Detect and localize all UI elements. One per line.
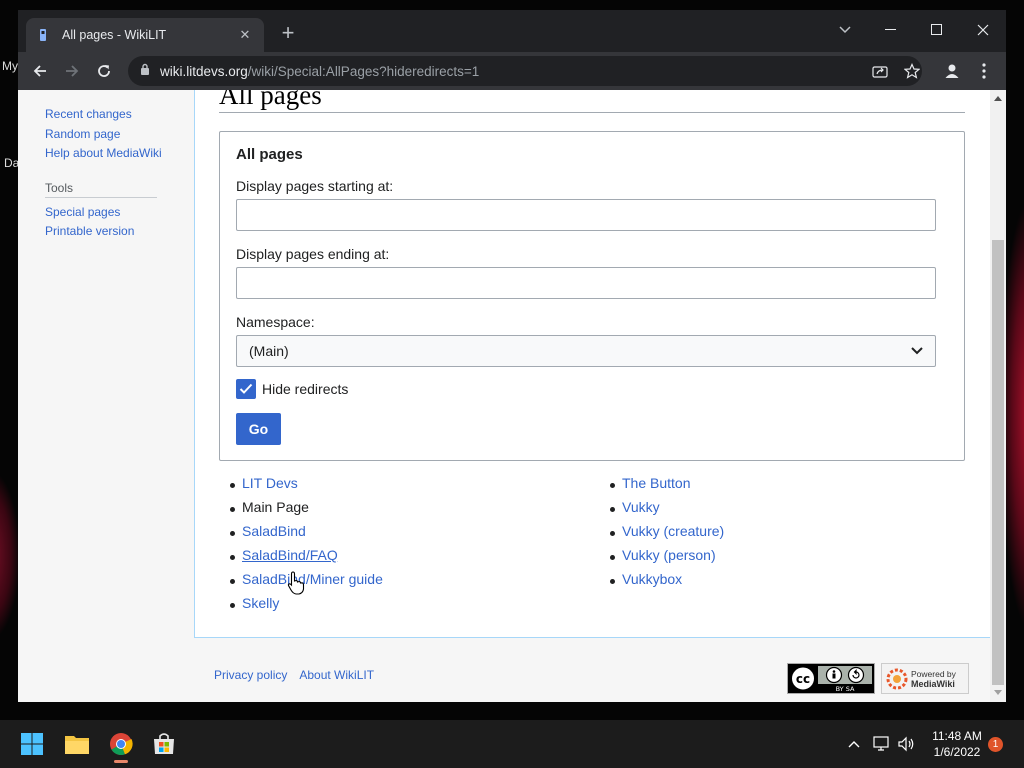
page-link[interactable]: SaladBind	[242, 523, 306, 539]
sidebar: Recent changes Random page Help about Me…	[18, 90, 194, 702]
web-page: Recent changes Random page Help about Me…	[18, 90, 1006, 702]
page-list-right: The Button Vukky Vukky (creature) Vukky …	[610, 475, 724, 595]
page-link[interactable]: Main Page	[242, 499, 309, 515]
list-item: SaladBind/Miner guide	[230, 571, 383, 595]
scroll-thumb[interactable]	[992, 240, 1004, 685]
end-label: Display pages ending at:	[236, 246, 390, 262]
sidebar-item-random-page[interactable]: Random page	[45, 127, 120, 141]
page-link[interactable]: The Button	[622, 475, 691, 491]
sidebar-item-help[interactable]: Help about MediaWiki	[45, 146, 162, 160]
end-input[interactable]	[236, 267, 936, 299]
reload-icon[interactable]	[90, 57, 118, 85]
sidebar-tools-heading: Tools	[45, 181, 74, 195]
menu-kebab-icon[interactable]	[970, 57, 998, 85]
active-app-indicator	[114, 760, 128, 763]
mediawiki-badge-text: Powered by MediaWiki	[911, 668, 956, 689]
tab-all-pages[interactable]: All pages - WikiLIT ✕	[26, 18, 264, 52]
list-item: Vukky (creature)	[610, 523, 724, 547]
go-button[interactable]: Go	[236, 413, 281, 445]
privacy-policy-link[interactable]: Privacy policy	[214, 668, 287, 682]
namespace-value: (Main)	[249, 343, 289, 359]
minimize-icon[interactable]	[868, 16, 914, 44]
desktop-icon-label[interactable]: My	[2, 59, 18, 73]
taskbar: 11:48 AM 1/6/2022	[0, 720, 1024, 768]
page-list-left: LIT Devs Main Page SaladBind SaladBind/F…	[230, 475, 383, 619]
file-explorer-icon[interactable]	[61, 728, 93, 760]
browser-toolbar: wiki.litdevs.org/wiki/Special:AllPages?h…	[18, 52, 1006, 90]
page-link[interactable]: LIT Devs	[242, 475, 298, 491]
bookmark-star-icon[interactable]	[898, 57, 926, 85]
sidebar-item-recent-changes[interactable]: Recent changes	[45, 107, 132, 121]
sidebar-item-special-pages[interactable]: Special pages	[45, 205, 120, 219]
list-item: Vukky (person)	[610, 547, 724, 571]
lock-icon[interactable]	[140, 62, 150, 80]
page-scrollbar[interactable]	[990, 90, 1006, 702]
share-icon[interactable]	[866, 57, 894, 85]
sidebar-divider	[45, 197, 157, 198]
cc-badge-text: BY SA	[836, 685, 855, 693]
list-item: Main Page	[230, 499, 383, 523]
address-bar[interactable]: wiki.litdevs.org/wiki/Special:AllPages?h…	[128, 56, 922, 86]
new-tab-button[interactable]: +	[276, 22, 300, 46]
page-link[interactable]: Vukky (creature)	[622, 523, 724, 539]
all-pages-form: All pages Display pages starting at: Dis…	[219, 131, 965, 461]
tab-title: All pages - WikiLIT	[62, 28, 167, 42]
chrome-icon[interactable]	[105, 728, 137, 763]
main-content: All pages All pages Display pages starti…	[194, 90, 990, 638]
list-item: Vukkybox	[610, 571, 724, 595]
maximize-icon[interactable]	[914, 16, 960, 44]
hide-redirects-checkbox[interactable]	[236, 379, 256, 399]
start-input[interactable]	[236, 199, 936, 231]
start-windows-icon[interactable]	[16, 728, 48, 760]
page-link[interactable]: Vukkybox	[622, 571, 682, 587]
hide-redirects-option: Hide redirects	[236, 379, 348, 399]
form-legend: All pages	[236, 146, 303, 163]
forward-icon[interactable]	[58, 57, 86, 85]
checkmark-icon	[239, 383, 253, 394]
namespace-label: Namespace:	[236, 314, 315, 330]
hide-redirects-label: Hide redirects	[262, 381, 349, 397]
page-title: All pages	[219, 90, 322, 110]
tab-bar: All pages - WikiLIT ✕ +	[18, 10, 1006, 52]
wiki-favicon-icon	[36, 28, 50, 42]
chevron-down-icon	[911, 342, 923, 360]
list-item: LIT Devs	[230, 475, 383, 499]
clock-time: 11:48 AM	[932, 729, 982, 743]
powered-by-mediawiki-badge[interactable]: Powered by MediaWiki	[881, 663, 969, 694]
wallpaper-glow-left	[0, 470, 20, 640]
list-item: The Button	[610, 475, 724, 499]
footer-links: Privacy policy About WikiLIT	[214, 668, 386, 682]
sidebar-item-printable-version[interactable]: Printable version	[45, 224, 134, 238]
microsoft-store-icon[interactable]	[148, 728, 180, 760]
url-text: wiki.litdevs.org/wiki/Special:AllPages?h…	[160, 63, 480, 79]
cc-by-sa-badge[interactable]: cc BY SA	[787, 663, 875, 694]
close-window-icon[interactable]	[960, 16, 1006, 44]
profile-icon[interactable]	[938, 57, 966, 85]
notification-badge[interactable]: 1	[988, 737, 1003, 752]
svg-text:cc: cc	[796, 672, 810, 686]
tab-close-icon[interactable]: ✕	[236, 27, 254, 43]
mediawiki-logo-icon	[886, 668, 908, 689]
page-link[interactable]: Vukky	[622, 499, 660, 515]
title-divider	[219, 112, 965, 113]
tab-search-icon[interactable]	[822, 16, 868, 44]
taskbar-clock[interactable]: 11:48 AM 1/6/2022	[918, 728, 996, 760]
page-link[interactable]: Vukky (person)	[622, 547, 716, 563]
clock-date: 1/6/2022	[933, 745, 981, 759]
start-label: Display pages starting at:	[236, 178, 394, 194]
scroll-up-icon[interactable]	[994, 96, 1002, 101]
mouse-cursor	[287, 571, 305, 600]
about-link[interactable]: About WikiLIT	[299, 668, 374, 682]
namespace-select[interactable]: (Main)	[236, 335, 936, 367]
scroll-down-icon[interactable]	[994, 690, 1002, 695]
back-icon[interactable]	[26, 57, 54, 85]
list-item: Vukky	[610, 499, 724, 523]
browser-window: All pages - WikiLIT ✕ + wiki.litdevs.org…	[18, 10, 1006, 702]
list-item: SaladBind	[230, 523, 383, 547]
list-item: Skelly	[230, 595, 383, 619]
page-link[interactable]: Skelly	[242, 595, 279, 611]
page-link[interactable]: SaladBind/FAQ	[242, 547, 338, 563]
list-item: SaladBind/FAQ	[230, 547, 383, 571]
page-link[interactable]: SaladBind/Miner guide	[242, 571, 383, 587]
